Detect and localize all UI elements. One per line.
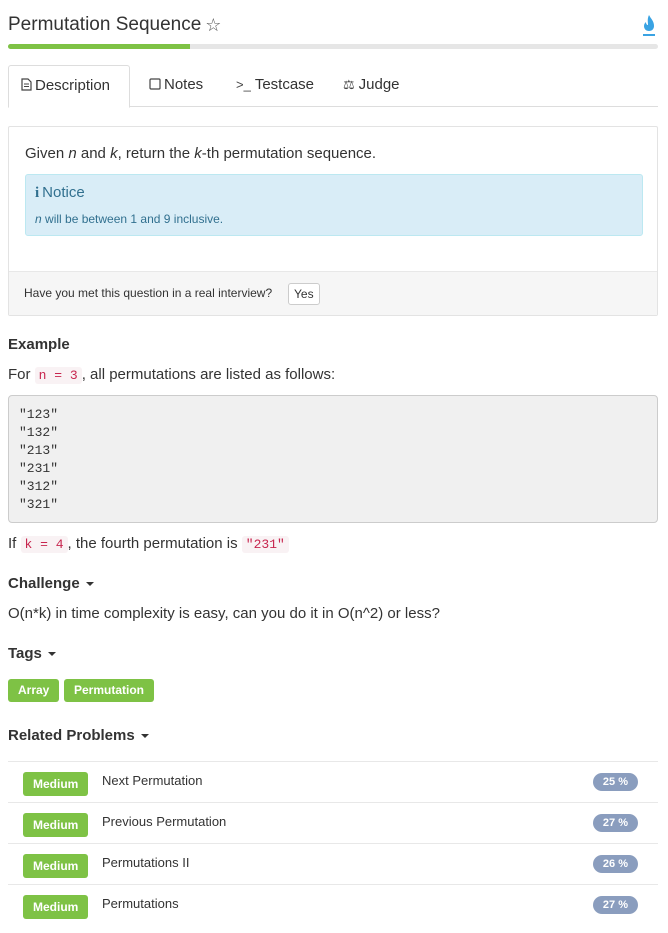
related-title[interactable]: Previous Permutation bbox=[102, 814, 226, 829]
tab-label: Testcase bbox=[254, 76, 315, 93]
related-item[interactable]: Medium Permutations II 26 % bbox=[8, 843, 658, 884]
difficulty-badge: Medium bbox=[23, 772, 89, 796]
tab-notes[interactable]: Notes bbox=[137, 65, 215, 107]
description-panel: Given n and k, return the k-th permutati… bbox=[8, 126, 658, 316]
tab-judge[interactable]: ⚖ Judge bbox=[331, 65, 412, 107]
title-row: Permutation Sequence ☆ bbox=[8, 12, 658, 40]
caret-down-icon bbox=[140, 734, 149, 739]
code-line: "321" bbox=[19, 497, 59, 512]
related-title[interactable]: Permutations II bbox=[102, 855, 189, 870]
code-line: "231" bbox=[19, 461, 59, 476]
inline-code: "231" bbox=[241, 536, 289, 553]
acceptance-badge: 27 % bbox=[592, 814, 638, 832]
related-list: Medium Next Permutation 25 % Medium Prev… bbox=[8, 761, 658, 925]
acceptance-badge: 26 % bbox=[592, 855, 638, 873]
example-intro: For n = 3, all permutations are listed a… bbox=[8, 366, 336, 384]
tab-label: Description bbox=[35, 77, 111, 94]
info-icon: i bbox=[35, 185, 40, 201]
interview-question: Have you met this question in a real int… bbox=[24, 286, 273, 300]
challenge-toggle[interactable]: Challenge bbox=[8, 575, 94, 592]
star-icon[interactable]: ☆ bbox=[205, 12, 221, 38]
related-item[interactable]: Medium Previous Permutation 27 % bbox=[8, 802, 658, 843]
related-item[interactable]: Medium Next Permutation 25 % bbox=[8, 761, 658, 802]
acceptance-badge: 25 % bbox=[592, 773, 638, 791]
problem-statement: Given n and k, return the k-th permutati… bbox=[25, 145, 377, 162]
example-outro: If k = 4, the fourth permutation is "231… bbox=[8, 535, 289, 553]
notice-box: i Notice n will be between 1 and 9 inclus… bbox=[25, 174, 643, 236]
terminal-icon: >_ bbox=[236, 77, 251, 92]
note-icon bbox=[149, 78, 161, 90]
inline-code: k = 4 bbox=[20, 536, 68, 553]
acceptance-badge: 27 % bbox=[592, 896, 638, 914]
tab-testcase[interactable]: >_ Testcase bbox=[224, 65, 326, 107]
code-line: "312" bbox=[19, 479, 59, 494]
flame-icon[interactable] bbox=[640, 14, 658, 38]
difficulty-badge: Medium bbox=[23, 895, 89, 919]
tab-label: Notes bbox=[164, 76, 204, 93]
interview-bar: Have you met this question in a real int… bbox=[9, 271, 657, 315]
code-line: "132" bbox=[19, 425, 59, 440]
related-title[interactable]: Permutations bbox=[102, 896, 179, 911]
caret-down-icon bbox=[47, 652, 56, 657]
tag-permutation[interactable]: Permutation bbox=[64, 679, 155, 702]
example-heading: Example bbox=[8, 336, 70, 353]
yes-button[interactable]: Yes bbox=[288, 283, 320, 305]
notice-body: n will be between 1 and 9 inclusive. bbox=[35, 212, 224, 226]
inline-code: n = 3 bbox=[34, 367, 82, 384]
document-icon bbox=[21, 78, 32, 91]
caret-down-icon bbox=[85, 582, 94, 587]
tags-toggle[interactable]: Tags bbox=[8, 645, 56, 662]
difficulty-badge: Medium bbox=[23, 854, 89, 878]
related-title[interactable]: Next Permutation bbox=[102, 773, 202, 788]
page-title: Permutation Sequence bbox=[8, 14, 202, 35]
tab-description[interactable]: Description bbox=[8, 65, 130, 108]
tab-bar: Description Notes >_ Testcase ⚖ Judge bbox=[8, 65, 658, 108]
progress-bar bbox=[8, 44, 658, 49]
challenge-text: O(n*k) in time complexity is easy, can y… bbox=[8, 605, 440, 622]
scale-icon: ⚖ bbox=[343, 77, 355, 92]
progress-fill bbox=[8, 44, 190, 49]
difficulty-badge: Medium bbox=[23, 813, 89, 837]
tab-label: Judge bbox=[358, 76, 400, 93]
tag-array[interactable]: Array bbox=[8, 679, 60, 702]
related-toggle[interactable]: Related Problems bbox=[8, 727, 149, 744]
code-line: "213" bbox=[19, 443, 59, 458]
notice-title: i Notice bbox=[35, 184, 85, 201]
example-code-block: "123" "132" "213" "231" "312" "321" bbox=[8, 395, 658, 523]
related-item[interactable]: Medium Permutations 27 % bbox=[8, 884, 658, 925]
code-line: "123" bbox=[19, 407, 59, 422]
